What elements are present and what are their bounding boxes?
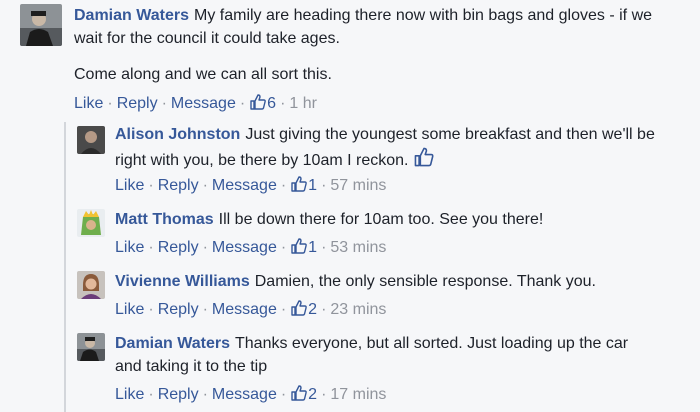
reply-link[interactable]: Reply <box>158 177 199 194</box>
comment-text: Damien, the only sensible response. Than… <box>254 273 596 290</box>
reply-link[interactable]: Reply <box>158 386 199 403</box>
like-count[interactable]: 6 <box>267 95 276 112</box>
comment-author[interactable]: Damian Waters <box>115 335 230 352</box>
timestamp[interactable]: 57 mins <box>330 177 386 194</box>
like-link[interactable]: Like <box>74 95 103 112</box>
comment-body: Vivienne Williams Damien, the only sensib… <box>115 270 675 293</box>
thumbs-up-icon[interactable] <box>290 237 308 261</box>
avatar[interactable] <box>20 4 62 46</box>
reply-thread-line <box>64 122 66 412</box>
avatar[interactable] <box>77 126 105 154</box>
comment-body: Damian Waters My family are heading there… <box>74 4 684 50</box>
message-link[interactable]: Message <box>212 177 277 194</box>
avatar[interactable] <box>77 209 105 237</box>
comment-body: Alison Johnston Just giving the youngest … <box>115 123 655 175</box>
comment-body: Matt Thomas Ill be down there for 10am to… <box>115 208 675 231</box>
comment-actions: Like · Reply · Message · 6 · 1 hr <box>74 93 317 117</box>
message-link[interactable]: Message <box>171 95 236 112</box>
message-link[interactable]: Message <box>212 301 277 318</box>
avatar[interactable] <box>77 333 105 361</box>
comment-text: Ill be down there for 10am too. See you … <box>218 211 544 228</box>
thumbs-up-icon[interactable] <box>249 93 267 117</box>
like-link[interactable]: Like <box>115 301 144 318</box>
reply-link[interactable]: Reply <box>117 95 158 112</box>
reply-link[interactable]: Reply <box>158 301 199 318</box>
like-count[interactable]: 2 <box>308 301 317 318</box>
message-link[interactable]: Message <box>212 239 277 256</box>
comment-actions: Like · Reply · Message · 2 · 17 mins <box>115 384 386 408</box>
comment-actions: Like · Reply · Message · 1 · 57 mins <box>115 175 386 199</box>
comment-author[interactable]: Vivienne Williams <box>115 273 250 290</box>
comment-body: Damian Waters Thanks everyone, but all so… <box>115 332 655 378</box>
thumbs-up-icon[interactable] <box>290 384 308 408</box>
like-count[interactable]: 1 <box>308 177 317 194</box>
message-link[interactable]: Message <box>212 386 277 403</box>
comment-actions: Like · Reply · Message · 2 · 23 mins <box>115 299 386 323</box>
reply-link[interactable]: Reply <box>158 239 199 256</box>
comment-author[interactable]: Damian Waters <box>74 7 189 24</box>
avatar[interactable] <box>77 271 105 299</box>
timestamp[interactable]: 23 mins <box>330 301 386 318</box>
like-link[interactable]: Like <box>115 386 144 403</box>
like-link[interactable]: Like <box>115 239 144 256</box>
thumbs-up-icon[interactable] <box>290 175 308 199</box>
like-link[interactable]: Like <box>115 177 144 194</box>
timestamp[interactable]: 1 hr <box>289 95 317 112</box>
comment-actions: Like · Reply · Message · 1 · 53 mins <box>115 237 386 261</box>
comment-author[interactable]: Alison Johnston <box>115 126 240 143</box>
like-count[interactable]: 1 <box>308 239 317 256</box>
timestamp[interactable]: 53 mins <box>330 239 386 256</box>
thumbs-up-icon <box>413 146 435 175</box>
comment-author[interactable]: Matt Thomas <box>115 211 214 228</box>
comment-text-2: Come along and we can all sort this. <box>74 66 332 83</box>
like-count[interactable]: 2 <box>308 386 317 403</box>
thumbs-up-icon[interactable] <box>290 299 308 323</box>
timestamp[interactable]: 17 mins <box>330 386 386 403</box>
